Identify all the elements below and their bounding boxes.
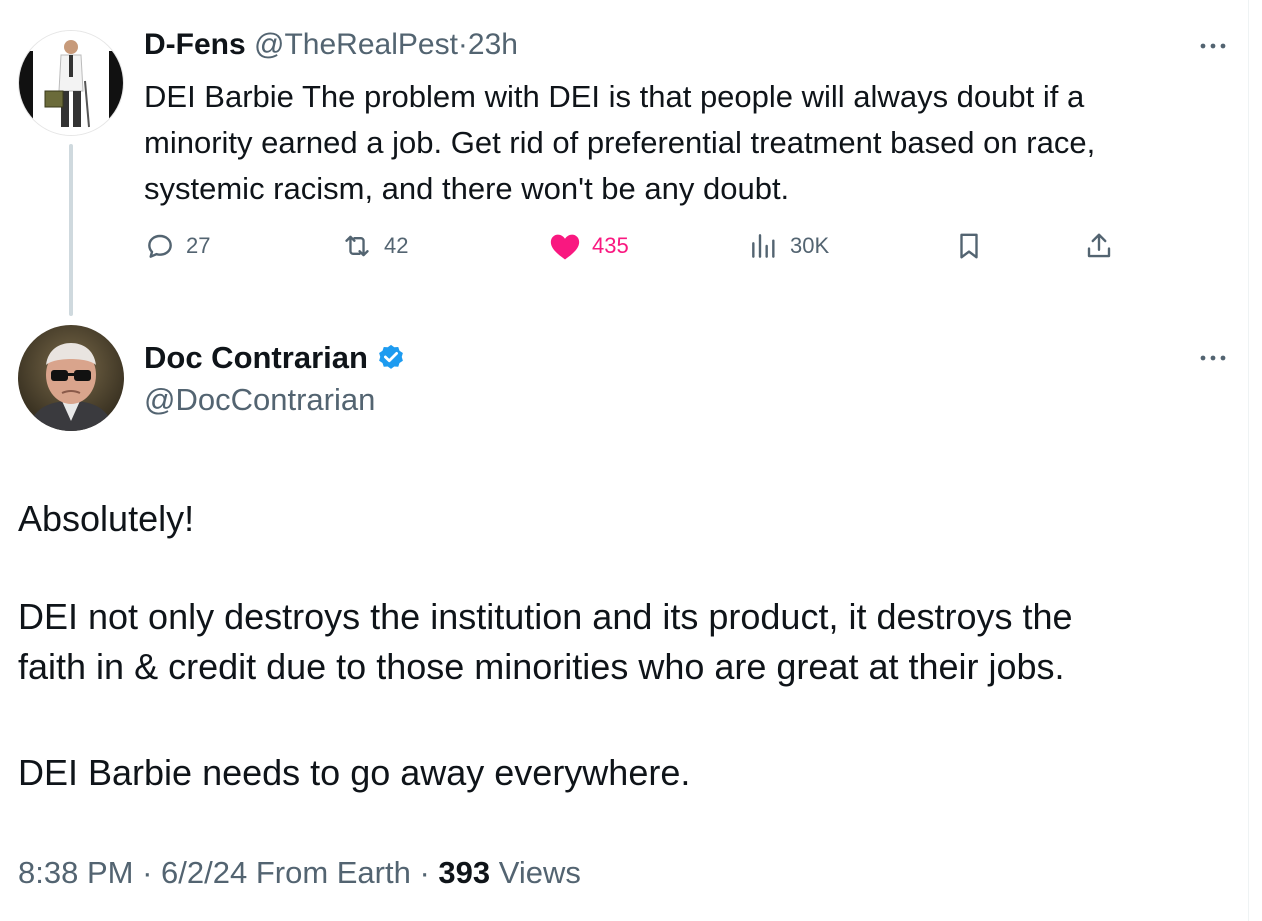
reply-count: 27 (186, 233, 211, 258)
more-icon[interactable] (1196, 36, 1230, 56)
tweet-paragraph: DEI not only destroys the institution an… (18, 596, 1073, 637)
views-button[interactable]: 30K (748, 226, 829, 266)
tweet-date-source: · 6/2/24 From Earth · (142, 855, 430, 890)
timestamp[interactable]: 23h (468, 28, 518, 61)
parent-tweet-text: DEI Barbie The problem with DEI is that … (144, 74, 1224, 212)
tweet-paragraph: DEI Barbie needs to go away everywhere. (18, 752, 691, 793)
text-line: minority earned a job. Get rid of prefer… (144, 125, 1096, 160)
like-button[interactable]: 435 (548, 226, 629, 266)
tweet-paragraph: faith in & credit due to those minoritie… (18, 646, 1065, 687)
avatar-doc-contrarian[interactable] (18, 325, 124, 431)
author-name[interactable]: D-Fens (144, 28, 246, 61)
tweet-meta: 8:38 PM · 6/2/24 From Earth · 393 Views (18, 852, 581, 894)
views-icon (752, 234, 775, 258)
bookmark-button[interactable] (954, 226, 984, 266)
tweet-paragraph: Absolutely! (18, 498, 195, 539)
retweet-icon (345, 235, 369, 257)
views-label: Views (498, 855, 581, 890)
views-count: 393 (438, 855, 491, 890)
verified-badge-icon[interactable] (376, 343, 406, 373)
views-count: 30K (790, 233, 830, 258)
retweet-count: 42 (384, 233, 409, 258)
reply-button[interactable]: 27 (144, 226, 210, 266)
author-handle[interactable]: @DocContrarian (144, 380, 375, 420)
parent-tweet-header: D-Fens @TheRealPest·23h (144, 26, 518, 64)
share-icon (1087, 233, 1111, 258)
author-name[interactable]: Doc Contrarian (144, 338, 368, 378)
text-line: DEI Barbie The problem with DEI is that … (144, 79, 1085, 114)
thread-connector (69, 144, 73, 316)
separator: · (457, 28, 468, 61)
more-icon[interactable] (1196, 348, 1230, 368)
text-line: systemic racism, and there won't be any … (144, 171, 790, 206)
main-author-name-row: Doc Contrarian (144, 338, 406, 378)
author-handle[interactable]: @TheRealPest (254, 28, 458, 61)
like-icon (550, 234, 580, 260)
column-border (1248, 0, 1249, 921)
share-button[interactable] (1084, 226, 1114, 266)
tweet-time[interactable]: 8:38 PM (18, 855, 133, 890)
reply-icon (148, 234, 172, 258)
like-count: 435 (592, 233, 629, 258)
retweet-button[interactable]: 42 (340, 226, 408, 266)
avatar-d-fens[interactable] (18, 30, 124, 136)
bookmark-icon (960, 233, 978, 259)
